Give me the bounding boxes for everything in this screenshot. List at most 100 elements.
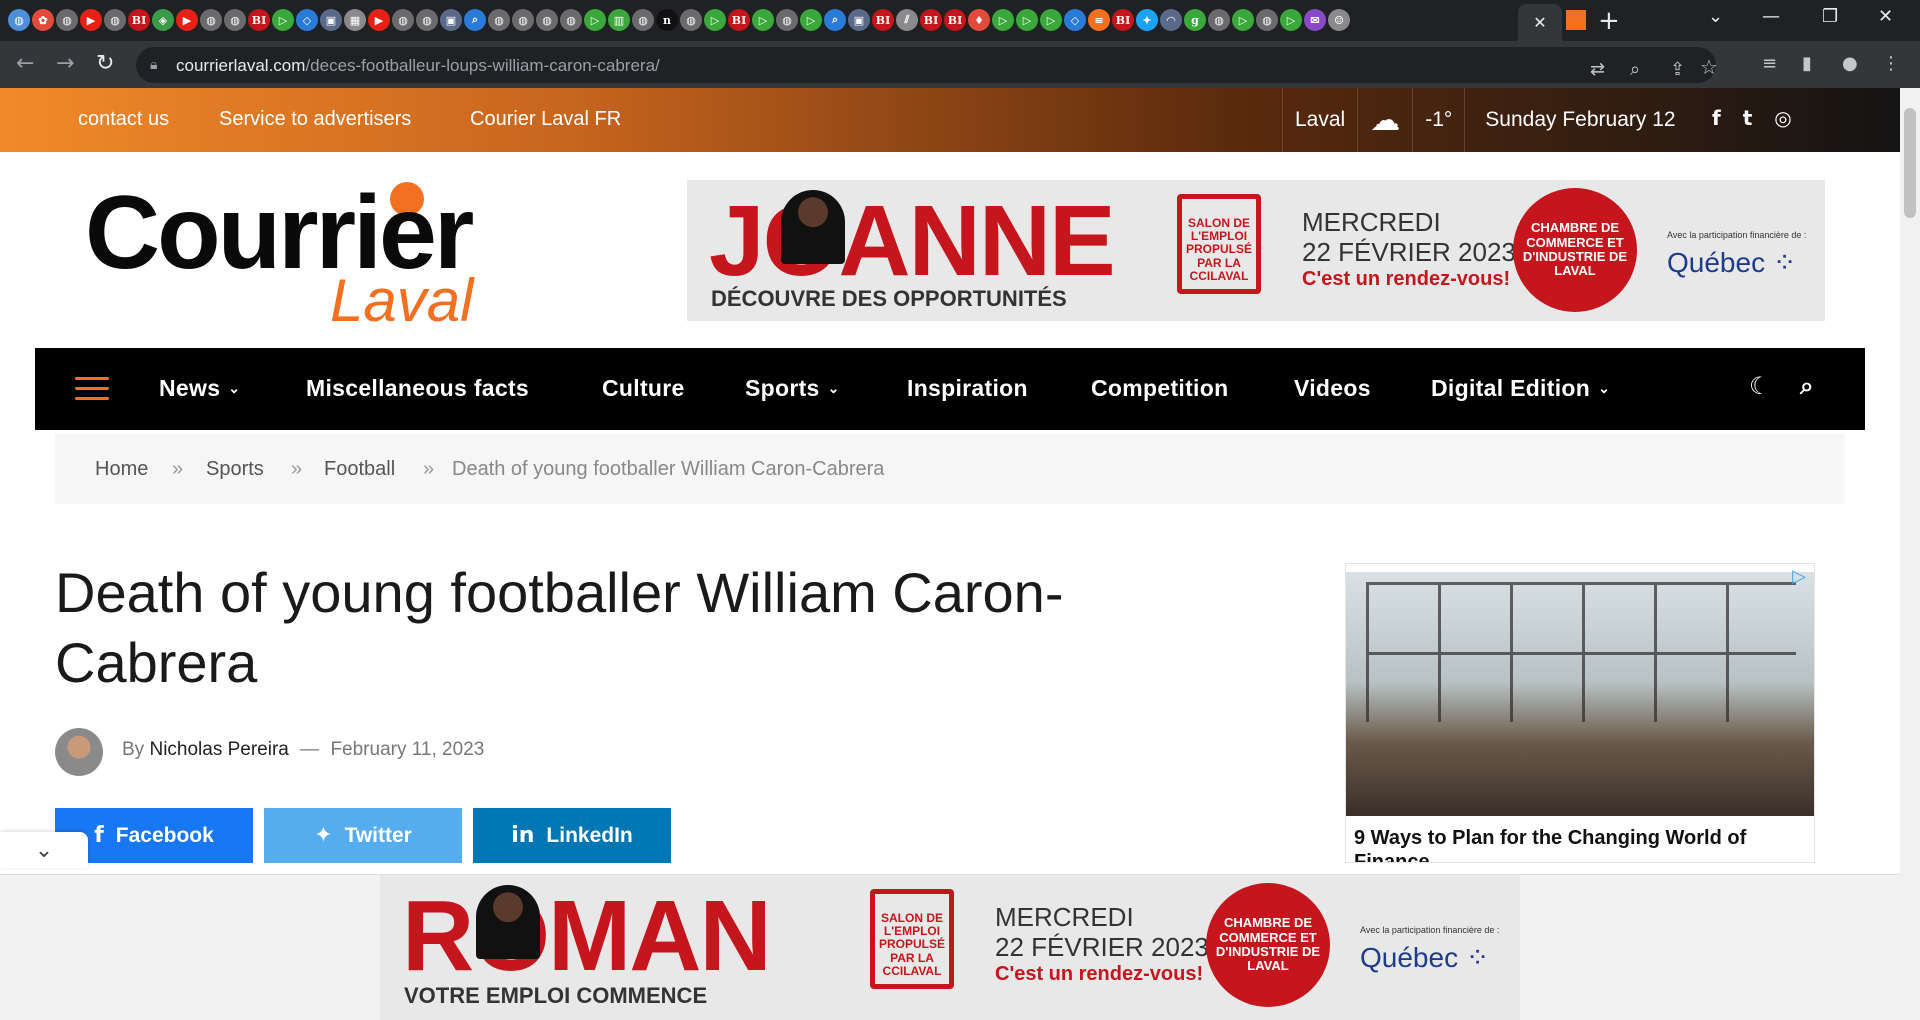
new-tab-button[interactable]: +: [1598, 6, 1620, 36]
sidebar-ad[interactable]: ▷ 9 Ways to Plan for the Changing World …: [1345, 563, 1815, 863]
author-link[interactable]: Nicholas Pereira: [149, 739, 288, 760]
reading-list-icon[interactable]: ≡: [1762, 53, 1777, 74]
nav-videos[interactable]: Videos: [1294, 375, 1371, 402]
minimize-icon[interactable]: —: [1762, 6, 1780, 27]
chart-icon[interactable]: ⫽: [896, 9, 918, 31]
youtube-icon[interactable]: ▶: [176, 9, 198, 31]
page-icon[interactable]: ▣: [848, 9, 870, 31]
app-icon[interactable]: ✿: [32, 9, 54, 31]
address-bar[interactable]: 🔒︎ courrierlaval.com/deces-footballeur-l…: [136, 47, 1718, 83]
search-icon[interactable]: ⌕: [464, 9, 486, 31]
close-window-icon[interactable]: ✕: [1878, 6, 1893, 27]
bi-icon[interactable]: BI: [128, 9, 150, 31]
twitter-icon[interactable]: ✦: [1136, 9, 1158, 31]
author-avatar[interactable]: [55, 728, 103, 776]
globe-icon[interactable]: ◍: [56, 9, 78, 31]
stack-icon[interactable]: [1566, 10, 1586, 30]
shield-icon[interactable]: ◇: [296, 9, 318, 31]
site-logo[interactable]: Courrier Laval: [85, 174, 535, 334]
globe-icon[interactable]: ◍: [632, 9, 654, 31]
nav-competition[interactable]: Competition: [1091, 375, 1228, 402]
bi-icon[interactable]: BI: [248, 9, 270, 31]
bookmark-star-icon[interactable]: ☆: [1700, 55, 1718, 79]
facebook-icon[interactable]: f: [1712, 106, 1721, 130]
globe-icon[interactable]: ◍: [1208, 9, 1230, 31]
share-twitter-button[interactable]: ✦ Twitter: [264, 808, 462, 863]
breadcrumb-football[interactable]: Football: [324, 458, 395, 481]
shield-icon[interactable]: ◇: [1064, 9, 1086, 31]
courier-laval-fr-link[interactable]: Courier Laval FR: [470, 108, 621, 131]
scrollbar-thumb[interactable]: [1904, 108, 1916, 218]
sidebar-ad-title[interactable]: 9 Ways to Plan for the Changing World of…: [1354, 826, 1804, 862]
play-icon[interactable]: ▷: [1232, 9, 1254, 31]
globe-icon[interactable]: ◍: [560, 9, 582, 31]
advertisers-link[interactable]: Service to advertisers: [219, 108, 411, 131]
back-icon[interactable]: ←: [16, 51, 34, 76]
play-icon[interactable]: ▷: [1040, 9, 1062, 31]
globe-icon[interactable]: ◍: [8, 9, 30, 31]
bi-icon[interactable]: BI: [1112, 9, 1134, 31]
mail-icon[interactable]: ✉: [1304, 9, 1326, 31]
globe-icon[interactable]: ◍: [224, 9, 246, 31]
search-icon[interactable]: ⌕: [1800, 372, 1813, 400]
nav-inspiration[interactable]: Inspiration: [907, 375, 1028, 402]
nav-culture[interactable]: Culture: [602, 375, 685, 402]
g-icon[interactable]: g: [1184, 9, 1206, 31]
forward-icon[interactable]: →: [56, 51, 74, 76]
play-icon[interactable]: ▷: [800, 9, 822, 31]
restore-icon[interactable]: ❐: [1822, 6, 1838, 27]
stack-icon[interactable]: ≡: [1088, 9, 1110, 31]
active-tab[interactable]: ✕: [1518, 4, 1562, 41]
globe-icon[interactable]: ◍: [512, 9, 534, 31]
nav-sports[interactable]: Sports ⌄: [745, 375, 840, 402]
share-linkedin-button[interactable]: in LinkedIn: [473, 808, 671, 863]
bi-icon[interactable]: BI: [872, 9, 894, 31]
youtube-icon[interactable]: ▶: [368, 9, 390, 31]
adchoices-icon[interactable]: ▷: [1792, 566, 1806, 587]
globe-icon[interactable]: ◍: [680, 9, 702, 31]
bi-icon[interactable]: BI: [920, 9, 942, 31]
globe-icon[interactable]: ◍: [104, 9, 126, 31]
hamburger-icon[interactable]: [75, 377, 109, 407]
lock-icon[interactable]: 🔒︎: [150, 56, 157, 73]
play-icon[interactable]: ▷: [1016, 9, 1038, 31]
play-icon[interactable]: ▷: [1280, 9, 1302, 31]
tab-search-icon[interactable]: ⌄: [1708, 6, 1723, 27]
globe-icon[interactable]: ◍: [200, 9, 222, 31]
app-icon[interactable]: ▥: [608, 9, 630, 31]
bottom-banner-ad[interactable]: ROMAN VOTRE EMPLOI COMMENCE SALON DE L'E…: [380, 875, 1520, 1020]
globe-icon[interactable]: ◍: [488, 9, 510, 31]
nav-news[interactable]: News ⌄: [159, 375, 240, 402]
close-tab-icon[interactable]: ✕: [1533, 13, 1546, 33]
side-panel-icon[interactable]: ▮: [1802, 53, 1812, 74]
nav-misc-facts[interactable]: Miscellaneous facts: [306, 375, 529, 402]
play-icon[interactable]: ▷: [584, 9, 606, 31]
play-icon[interactable]: ▷: [272, 9, 294, 31]
search-icon[interactable]: ⌕: [824, 9, 846, 31]
youtube-icon[interactable]: ▶: [80, 9, 102, 31]
page-icon[interactable]: ▣: [320, 9, 342, 31]
globe-icon[interactable]: ◍: [536, 9, 558, 31]
play-icon[interactable]: ▷: [752, 9, 774, 31]
notion-icon[interactable]: n: [656, 9, 678, 31]
page-icon[interactable]: ▣: [440, 9, 462, 31]
menu-icon[interactable]: ⋮: [1882, 53, 1900, 74]
translate-icon[interactable]: ⇄: [1590, 59, 1605, 80]
instagram-icon[interactable]: ◎: [1774, 106, 1791, 130]
mic-icon[interactable]: ♦: [968, 9, 990, 31]
twitter-icon[interactable]: t: [1743, 106, 1753, 130]
nav-digital-edition[interactable]: Digital Edition ⌄: [1431, 375, 1610, 402]
share-icon[interactable]: ⇪: [1670, 59, 1685, 80]
reload-icon[interactable]: ↻: [96, 51, 114, 76]
breadcrumb-sports[interactable]: Sports: [206, 458, 264, 481]
avatar-icon[interactable]: ☺: [1328, 9, 1350, 31]
contact-link[interactable]: contact us: [78, 108, 169, 131]
globe-icon[interactable]: ◍: [1256, 9, 1278, 31]
play-icon[interactable]: ▷: [704, 9, 726, 31]
profile-icon[interactable]: ●: [1842, 53, 1858, 74]
globe-icon[interactable]: ◍: [776, 9, 798, 31]
globe-icon[interactable]: ◍: [392, 9, 414, 31]
app-icon[interactable]: ◈: [152, 9, 174, 31]
url-text[interactable]: courrierlaval.com/deces-footballeur-loup…: [176, 56, 660, 76]
app-icon[interactable]: ▦: [344, 9, 366, 31]
